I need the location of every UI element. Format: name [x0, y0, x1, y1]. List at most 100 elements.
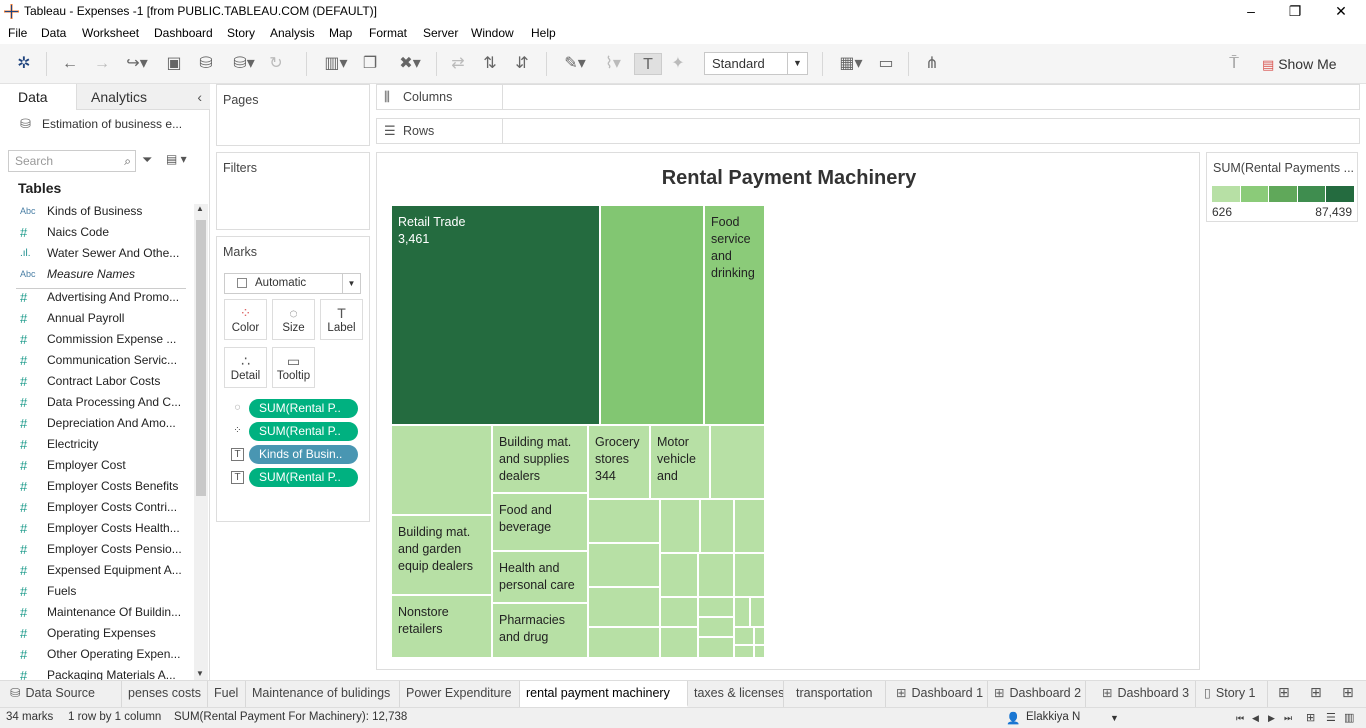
- highlight-icon[interactable]: ✎▾: [558, 53, 592, 75]
- treemap-tile[interactable]: Nonstore retailers: [391, 595, 492, 658]
- new-dashboard-tab-icon[interactable]: ⊞: [1310, 684, 1322, 701]
- treemap-tile[interactable]: [700, 499, 734, 553]
- presentation-mode-icon[interactable]: ▭: [876, 53, 896, 75]
- size-button[interactable]: ◌ Size: [272, 299, 315, 340]
- pill-encoding-icon[interactable]: ◌: [231, 402, 244, 415]
- collapse-pane-icon[interactable]: ‹: [197, 84, 202, 110]
- treemap-tile[interactable]: [750, 597, 765, 627]
- treemap-tile[interactable]: Retail Trade 3,461: [391, 205, 600, 425]
- field-item[interactable]: # Naics Code: [0, 222, 192, 243]
- share-icon[interactable]: ⋔: [922, 53, 942, 75]
- fix-axes-icon[interactable]: ✦: [668, 53, 688, 75]
- field-item[interactable]: # Depreciation And Amo...: [0, 413, 192, 434]
- tableau-home-icon[interactable]: ✲: [14, 53, 34, 75]
- filters-card[interactable]: Filters: [216, 152, 370, 230]
- first-sheet-icon[interactable]: ⏮: [1236, 713, 1244, 724]
- next-sheet-icon[interactable]: ▶: [1268, 713, 1275, 724]
- color-button[interactable]: ⁘ Color: [224, 299, 267, 340]
- menu-dashboard[interactable]: Dashboard: [154, 26, 213, 40]
- field-item[interactable]: # Communication Servic...: [0, 350, 192, 371]
- datasource-item[interactable]: ⛁ Estimation of business e...: [0, 112, 210, 136]
- menu-window[interactable]: Window: [471, 26, 514, 40]
- clear-sheet-icon[interactable]: ✖▾: [392, 53, 428, 75]
- sheet-tab[interactable]: taxes & licenses: [688, 681, 784, 707]
- treemap-tile[interactable]: [698, 553, 734, 597]
- treemap-tile[interactable]: [660, 597, 698, 627]
- sheet-tab[interactable]: transportation: [790, 681, 886, 707]
- treemap[interactable]: Retail Trade 3,461 Food service and drinki…: [391, 205, 765, 658]
- format-painter-icon[interactable]: ⍑: [1224, 53, 1244, 75]
- menu-format[interactable]: Format: [369, 26, 407, 40]
- tab-analytics[interactable]: Analytics ‹: [76, 84, 210, 110]
- restore-button[interactable]: ❐: [1272, 0, 1318, 24]
- menu-map[interactable]: Map: [329, 26, 352, 40]
- sheet-tab[interactable]: ⛁ Data Source: [4, 681, 122, 707]
- swap-icon[interactable]: ⇄: [448, 53, 468, 75]
- treemap-tile[interactable]: [391, 425, 492, 515]
- save-icon[interactable]: ▣: [164, 53, 184, 75]
- treemap-tile[interactable]: Grocery stores 344: [588, 425, 650, 499]
- mark-type-select[interactable]: Automatic ▼: [224, 273, 361, 294]
- treemap-tile[interactable]: [734, 499, 765, 553]
- treemap-tile[interactable]: Pharmacies and drug: [492, 603, 588, 658]
- field-item[interactable]: # Employer Cost: [0, 455, 192, 476]
- treemap-tile[interactable]: [588, 499, 660, 543]
- treemap-tile[interactable]: [588, 627, 660, 658]
- replay-icon[interactable]: ↪▾: [120, 53, 154, 75]
- show-labels-icon[interactable]: T: [634, 53, 662, 75]
- field-list-scrollbar[interactable]: ▲ ▼: [194, 204, 208, 680]
- menu-story[interactable]: Story: [227, 26, 255, 40]
- scroll-down-icon[interactable]: ▼: [196, 669, 204, 678]
- grid-view-icon[interactable]: ⊞: [1306, 711, 1315, 724]
- pages-card[interactable]: Pages: [216, 84, 370, 146]
- menu-data[interactable]: Data: [41, 26, 66, 40]
- sheet-tab[interactable]: ⊞ Dashboard 1: [890, 681, 988, 707]
- show-me-button[interactable]: ▤ Show Me: [1262, 53, 1337, 75]
- new-worksheet-icon[interactable]: ▥▾: [318, 53, 354, 75]
- treemap-tile[interactable]: [698, 637, 734, 658]
- treemap-tile[interactable]: [588, 587, 660, 627]
- field-item[interactable]: # Fuels: [0, 581, 192, 602]
- pause-updates-icon[interactable]: ⛁▾: [226, 53, 262, 75]
- field-item[interactable]: # Employer Costs Pensio...: [0, 539, 192, 560]
- treemap-tile[interactable]: [734, 597, 750, 627]
- pill-encoding-icon[interactable]: ⁘: [231, 425, 244, 438]
- field-item[interactable]: # Employer Costs Benefits: [0, 476, 192, 497]
- new-datasource-icon[interactable]: ⛁: [196, 53, 216, 75]
- new-worksheet-tab-icon[interactable]: ⊞: [1278, 684, 1290, 701]
- view-options-icon[interactable]: ▤ ▾: [166, 152, 187, 166]
- duplicate-sheet-icon[interactable]: ❐: [360, 53, 380, 75]
- viz-area[interactable]: Rental Payment Machinery Retail Trade 3,4…: [376, 152, 1200, 670]
- tab-data[interactable]: Data: [0, 84, 76, 110]
- treemap-tile[interactable]: [600, 205, 704, 425]
- treemap-tile[interactable]: [754, 627, 765, 645]
- label-button[interactable]: T Label: [320, 299, 363, 340]
- treemap-tile[interactable]: Building mat. and supplies dealers: [492, 425, 588, 493]
- sheet-tab[interactable]: Fuel: [208, 681, 246, 707]
- menu-file[interactable]: File: [8, 26, 27, 40]
- sheet-tab[interactable]: ⊞ Dashboard 3: [1096, 681, 1196, 707]
- field-item[interactable]: # Commission Expense ...: [0, 329, 192, 350]
- new-story-tab-icon[interactable]: ⊞: [1342, 684, 1354, 701]
- prev-sheet-icon[interactable]: ◀: [1252, 713, 1259, 724]
- user-menu-chevron-icon[interactable]: ▼: [1110, 713, 1119, 723]
- treemap-tile[interactable]: [710, 425, 765, 499]
- treemap-tile[interactable]: [698, 597, 734, 617]
- treemap-tile[interactable]: [734, 627, 754, 645]
- field-item[interactable]: # Employer Costs Health...: [0, 518, 192, 539]
- status-user[interactable]: Elakkiya N: [1026, 711, 1080, 723]
- tooltip-button[interactable]: ▭ Tooltip: [272, 347, 315, 388]
- pill-encoding-icon[interactable]: T: [231, 448, 244, 461]
- treemap-tile[interactable]: [734, 553, 765, 597]
- menu-server[interactable]: Server: [423, 26, 458, 40]
- sort-descending-icon[interactable]: ⇵: [512, 53, 532, 75]
- group-icon[interactable]: ⌇▾: [596, 53, 630, 75]
- menu-help[interactable]: Help: [531, 26, 556, 40]
- treemap-tile[interactable]: Building mat. and garden equip dealers: [391, 515, 492, 595]
- field-item[interactable]: Abc Kinds of Business: [0, 201, 192, 222]
- marks-pill[interactable]: SUM(Rental P..: [249, 422, 358, 441]
- list-view-icon[interactable]: ☰: [1326, 711, 1336, 724]
- fit-select[interactable]: Standard ▼: [704, 52, 808, 75]
- detail-button[interactable]: ∴ Detail: [224, 347, 267, 388]
- treemap-tile[interactable]: Health and personal care: [492, 551, 588, 603]
